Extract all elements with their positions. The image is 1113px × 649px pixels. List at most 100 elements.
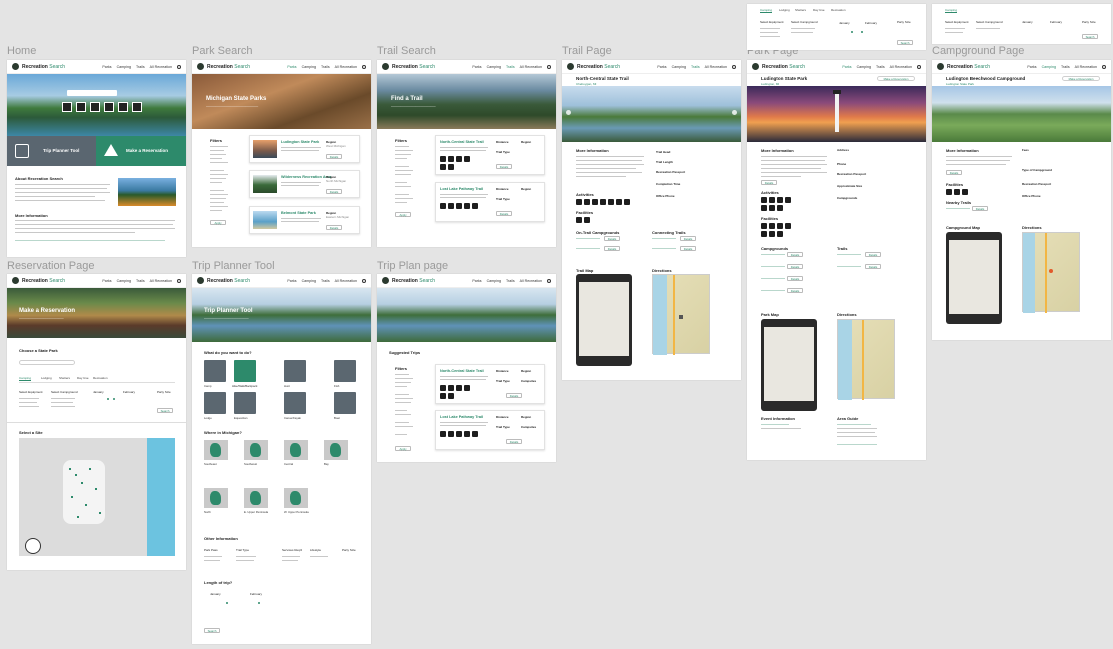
trip-plan-hero xyxy=(377,288,556,342)
prev-arrow-icon[interactable] xyxy=(566,110,571,115)
campground-map-title: Campground Map xyxy=(946,225,980,230)
facilities-title: Facilities xyxy=(576,210,594,215)
artboard-trail-page[interactable]: Recreation Search Parks Camping Trails A… xyxy=(562,60,741,380)
reservation-banner[interactable]: Make a Reservation xyxy=(96,136,186,166)
other-info-title: Other Information xyxy=(204,536,238,541)
result-card[interactable]: Belmont State Park Region Eastern Michig… xyxy=(249,206,360,234)
campground-map-phone xyxy=(946,232,1002,324)
activity-hike[interactable] xyxy=(234,360,256,382)
region-southwest[interactable] xyxy=(244,440,268,460)
activity-canoe[interactable] xyxy=(284,392,306,414)
search-icon[interactable] xyxy=(1102,64,1106,69)
trail-result-card[interactable]: North-Central State Trail Distance Regio… xyxy=(435,135,545,175)
tent-icon xyxy=(104,144,118,156)
artboard-trip-plan-page[interactable]: Recreation Search Parks Camping Trails A… xyxy=(377,274,556,462)
artboard-trail-search[interactable]: Recreation Search Parks Camping Trails A… xyxy=(377,60,556,247)
filters-title: Filters xyxy=(395,366,408,371)
region-bay[interactable] xyxy=(324,440,348,460)
park-search-input[interactable] xyxy=(19,360,75,365)
artboard-park-search[interactable]: Recreation Search Parks Camping Trails A… xyxy=(192,60,371,247)
search-icon[interactable] xyxy=(917,64,921,69)
activity-boat[interactable] xyxy=(334,392,356,414)
search-icon[interactable] xyxy=(177,64,181,69)
q-where: Where in Michigan? xyxy=(204,430,242,435)
activities-title: Activities xyxy=(761,190,779,195)
artboard-reservation-page[interactable]: Recreation Search Parks Camping Trails A… xyxy=(7,274,186,570)
trail-map-title: Trail Map xyxy=(576,268,594,273)
artboard-home[interactable]: Recreation Search Parks Camping Trails A… xyxy=(7,60,186,257)
artboard-park-page[interactable]: Recreation Search Parks Camping Trails A… xyxy=(747,60,926,460)
search-icon[interactable] xyxy=(362,278,366,283)
brand[interactable]: Recreation Search xyxy=(22,64,65,70)
campground-page-overlay[interactable]: Camping Select Equipment Select Campgrou… xyxy=(932,4,1111,44)
event-info-title: Event Information xyxy=(761,416,796,421)
calendar[interactable]: January February xyxy=(831,21,891,45)
hero-title: Find a Trail xyxy=(391,96,423,102)
park-page-overlay[interactable]: Camping Lodging Shelters Day Use Recreat… xyxy=(747,4,926,50)
directions-map[interactable] xyxy=(837,319,895,400)
activity-camp[interactable] xyxy=(204,360,226,382)
directions-map[interactable] xyxy=(652,274,710,355)
page-title: North-Central State Trail xyxy=(576,76,629,81)
reservation-hero: Make a Reservation ────────────────── xyxy=(7,288,186,338)
length-title: Length of trip? xyxy=(204,580,233,585)
tab-shelters[interactable]: Shelters xyxy=(59,376,70,380)
nearby-trails-title: Nearby Trails xyxy=(946,200,972,205)
directions-map[interactable] xyxy=(1022,232,1080,313)
search-icon[interactable] xyxy=(177,278,181,283)
region-southeast[interactable] xyxy=(204,440,228,460)
artboard-label-trip-planner: Trip Planner Tool xyxy=(192,260,275,272)
reserve-button[interactable]: Make a Reservation xyxy=(1062,76,1100,81)
search-icon[interactable] xyxy=(362,64,366,69)
search-icon[interactable] xyxy=(732,64,736,69)
tab-camping[interactable]: Camping xyxy=(19,376,32,381)
result-card[interactable]: Ludington State Park Region West Michiga… xyxy=(249,135,360,163)
result-card[interactable]: Wilderness Recreation Area Region North … xyxy=(249,170,360,198)
page-title: Ludington Beechwood Campground xyxy=(946,76,1026,81)
tab-recreation[interactable]: Recreation xyxy=(93,376,108,380)
trail-result-card[interactable]: Lost Lake Pathway Trail Distance Region … xyxy=(435,182,545,222)
nav-parks[interactable]: Parks xyxy=(102,65,111,69)
trip-result-card[interactable]: Lost Lake Pathway Trail Distance Region … xyxy=(435,410,545,450)
reserve-button[interactable]: Make a Reservation xyxy=(877,76,915,81)
campgrounds-title: On-Trail Campgrounds xyxy=(576,230,620,235)
artboard-label-trip-plan-page: Trip Plan page xyxy=(377,260,449,272)
activity-fish[interactable] xyxy=(334,360,356,382)
more-info-title: More Information xyxy=(946,148,979,153)
trip-planner-banner[interactable]: Trip Planner Tool xyxy=(7,136,96,166)
trail-hero xyxy=(562,86,741,142)
directions-title: Directions xyxy=(652,268,672,273)
more-info-title: More Information xyxy=(761,148,794,153)
about-title: About Recreation Search xyxy=(15,176,63,181)
facilities-title: Facilities xyxy=(946,182,964,187)
artboard-campground-page[interactable]: Recreation Search Parks Camping Trails A… xyxy=(932,60,1111,340)
region-w-up[interactable] xyxy=(284,488,308,508)
park-map-phone xyxy=(761,319,817,411)
next-arrow-icon[interactable] xyxy=(732,110,737,115)
nav-camping[interactable]: Camping xyxy=(117,65,131,69)
activity-hunt[interactable] xyxy=(284,360,306,382)
activity-equestrian[interactable] xyxy=(234,392,256,414)
campground-hero xyxy=(932,86,1111,142)
trip-result-card[interactable]: North-Central State Trail Distance Regio… xyxy=(435,364,545,404)
region-e-up[interactable] xyxy=(244,488,268,508)
region-north[interactable] xyxy=(204,488,228,508)
more-info-title: More Information xyxy=(15,213,48,218)
park-search-hero: Michigan State Parks ───────────────────… xyxy=(192,74,371,129)
search-icon[interactable] xyxy=(547,278,551,283)
search-icon[interactable] xyxy=(547,64,551,69)
activity-lodge[interactable] xyxy=(204,392,226,414)
nav-all-recreation[interactable]: All Recreation xyxy=(150,65,172,69)
top-nav: Recreation Search Parks Camping Trails A… xyxy=(7,60,186,74)
search-input[interactable] xyxy=(67,90,117,96)
search-button[interactable]: Search xyxy=(204,628,220,633)
tab-lodging[interactable]: Lodging xyxy=(41,376,52,380)
artboard-trip-planner[interactable]: Recreation Search Parks Camping Trails A… xyxy=(192,274,371,644)
site-map[interactable] xyxy=(19,438,175,556)
trip-planner-title: Trip Planner Tool xyxy=(43,148,80,153)
tab-day-use[interactable]: Day Use xyxy=(77,376,89,380)
trail-map-phone xyxy=(576,274,632,366)
region-central[interactable] xyxy=(284,440,308,460)
area-guide-title: Area Guide xyxy=(837,416,859,421)
nav-trails[interactable]: Trails xyxy=(136,65,145,69)
